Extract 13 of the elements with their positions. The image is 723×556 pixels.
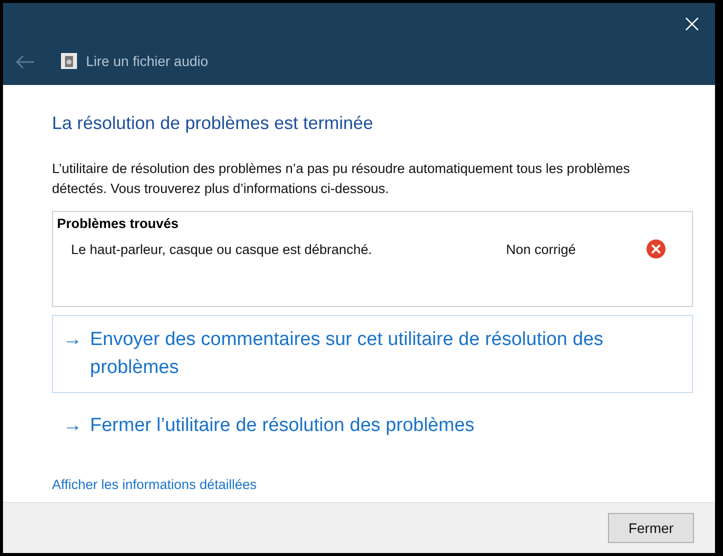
window-title: Lire un fichier audio: [86, 53, 208, 69]
heading: La résolution de problèmes est terminée: [52, 113, 374, 134]
details-link[interactable]: Afficher les informations détaillées: [52, 477, 257, 492]
problem-text: Le haut-parleur, casque ou casque est débranché.: [71, 242, 373, 256]
speaker-icon: [61, 53, 77, 69]
close-button[interactable]: [683, 15, 701, 33]
description-text: L’utilitaire de résolution des problèmes n’a pas pu résoudre automatiquement tous les problèmes détectés. Vous trouverez plus d’informations ci-dessous.: [52, 160, 631, 198]
close-dialog-button[interactable]: Fermer: [608, 513, 694, 543]
action-link[interactable]: → Envoyer des commentaires sur cet utilitaire de résolution des problèmes: [52, 315, 693, 393]
back-arrow-icon[interactable]: [15, 55, 35, 69]
problems-title: Problèmes trouvés: [57, 216, 180, 231]
problem-status: Non corrigé: [506, 242, 577, 256]
action-link[interactable]: → Fermer l’utilitaire de résolution des problèmes: [52, 401, 693, 451]
